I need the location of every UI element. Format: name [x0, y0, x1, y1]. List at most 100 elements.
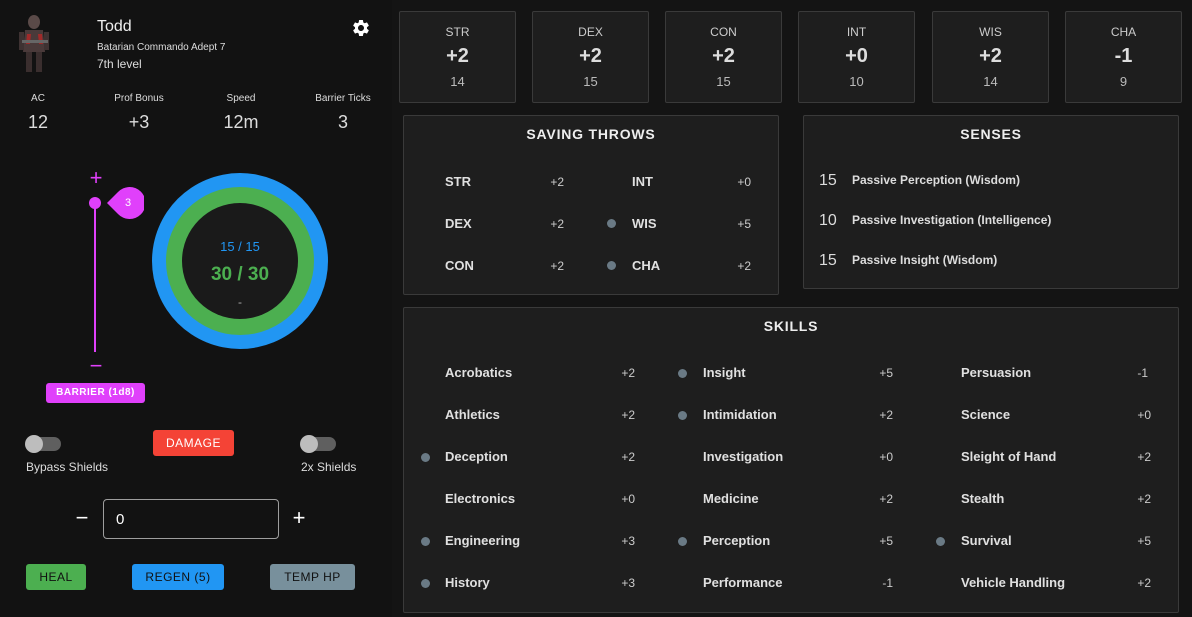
skill-value: +2 [879, 408, 893, 422]
skill-name: Electronics [445, 491, 516, 506]
skill-value: +2 [1137, 492, 1151, 506]
save-value: +2 [550, 217, 564, 231]
ability-score: 15 [716, 74, 731, 89]
ability-card-int: INT +0 10 [798, 11, 915, 103]
amount-input[interactable] [103, 499, 279, 539]
ability-modifier: +0 [845, 45, 868, 67]
ability-modifier: -1 [1114, 45, 1133, 67]
skill-name: Insight [703, 365, 746, 380]
skill-name: Sleight of Hand [961, 449, 1057, 464]
proficiency-dot [936, 537, 945, 546]
health-ring: 15 / 15 30 / 30 - [152, 173, 328, 349]
regen-button[interactable]: REGEN (5) [132, 564, 224, 590]
barrier-slider-track[interactable] [94, 200, 96, 352]
ability-score: 14 [983, 74, 998, 89]
skill-value: +2 [621, 450, 635, 464]
skill-name: Deception [445, 449, 508, 464]
skill-value: +0 [879, 450, 893, 464]
amount-increase-button[interactable]: + [289, 505, 309, 531]
character-class: Batarian Commando Adept 7 [97, 42, 226, 53]
stat-label: AC [31, 93, 45, 104]
skill-name: Persuasion [961, 365, 1032, 380]
ability-modifier: +2 [712, 45, 735, 67]
character-name: Todd [97, 18, 132, 35]
double-shields-label: 2x Shields [301, 460, 357, 474]
save-name: CON [445, 258, 474, 273]
skill-name: Survival [961, 533, 1012, 548]
toggle-knob [25, 435, 43, 453]
hp-value: 30 / 30 [210, 264, 270, 285]
ability-score: 14 [450, 74, 465, 89]
ability-modifier: +2 [979, 45, 1002, 67]
barrier-increase-button[interactable]: + [86, 167, 106, 189]
ability-name: CHA [1110, 25, 1137, 39]
skill-name: Engineering [445, 533, 521, 548]
skill-value: +5 [879, 534, 893, 548]
stat-barrier-ticks: Barrier Ticks 3 [298, 93, 388, 133]
skill-value: +5 [879, 366, 893, 380]
save-name: WIS [632, 216, 657, 231]
stat-value: 3 [337, 112, 348, 132]
damage-button[interactable]: DAMAGE [153, 430, 234, 456]
ability-card-str: STR +2 14 [399, 11, 516, 103]
save-value: +2 [737, 259, 751, 273]
stat-value: 12 [27, 112, 49, 132]
skill-name: Science [961, 407, 1011, 422]
ability-card-cha: CHA -1 9 [1065, 11, 1182, 103]
sense-value: 15 [819, 252, 837, 269]
proficiency-dot [607, 261, 616, 270]
stat-label: Speed [226, 93, 256, 104]
skill-value: +5 [1137, 534, 1151, 548]
gear-icon[interactable] [351, 18, 371, 38]
save-name: DEX [445, 216, 472, 231]
skill-value: -1 [882, 576, 893, 590]
skill-value: +2 [1137, 576, 1151, 590]
double-shields-toggle[interactable] [300, 435, 336, 453]
ability-name: STR [445, 25, 470, 39]
shields-value: 15 / 15 [220, 239, 260, 254]
stat-value: +3 [128, 112, 150, 132]
hp-ring: 15 / 15 30 / 30 - [166, 187, 314, 335]
temp-hp-button[interactable]: TEMP HP [270, 564, 355, 590]
skill-name: Stealth [961, 491, 1005, 506]
amount-decrease-button[interactable]: − [72, 505, 92, 531]
bypass-shields-toggle[interactable] [25, 435, 61, 453]
skill-name: Athletics [445, 407, 500, 422]
proficiency-dot [678, 537, 687, 546]
panel-title: SKILLS [763, 318, 819, 334]
skill-name: Medicine [703, 491, 759, 506]
save-name: INT [632, 174, 653, 189]
ability-card-dex: DEX +2 15 [532, 11, 649, 103]
skill-name: Investigation [703, 449, 784, 464]
proficiency-dot [607, 219, 616, 228]
skill-value: -1 [1137, 366, 1148, 380]
save-value: +5 [737, 217, 751, 231]
skill-value: +2 [1137, 450, 1151, 464]
ability-name: INT [846, 25, 867, 39]
stat-speed: Speed 12m [196, 93, 286, 133]
ability-score: 15 [583, 74, 598, 89]
character-avatar [14, 10, 54, 76]
skill-value: +2 [879, 492, 893, 506]
skill-value: +3 [621, 534, 635, 548]
save-value: +2 [550, 259, 564, 273]
barrier-decrease-button[interactable]: − [86, 355, 106, 377]
stat-value: 12m [223, 112, 259, 132]
barrier-button[interactable]: BARRIER (1d8) [46, 383, 145, 403]
sense-value: 10 [819, 212, 837, 229]
proficiency-dot [421, 537, 430, 546]
skill-name: Intimidation [703, 407, 777, 422]
proficiency-dot [421, 453, 430, 462]
barrier-slider-thumb[interactable] [89, 197, 101, 209]
barrier-slider-value: 3 [124, 197, 132, 209]
ability-score: 10 [849, 74, 864, 89]
skill-name: Vehicle Handling [961, 575, 1066, 590]
ability-card-wis: WIS +2 14 [932, 11, 1049, 103]
ability-modifier: +2 [446, 45, 469, 67]
proficiency-dot [421, 579, 430, 588]
saving-throws-panel: SAVING THROWS STR +2 DEX +2 CON +2 INT +… [403, 115, 779, 295]
skill-value: +2 [621, 366, 635, 380]
skills-panel: SKILLS Acrobatics +2 Athletics +2 Decept… [403, 307, 1179, 613]
heal-button[interactable]: HEAL [26, 564, 86, 590]
ability-modifier: +2 [579, 45, 602, 67]
